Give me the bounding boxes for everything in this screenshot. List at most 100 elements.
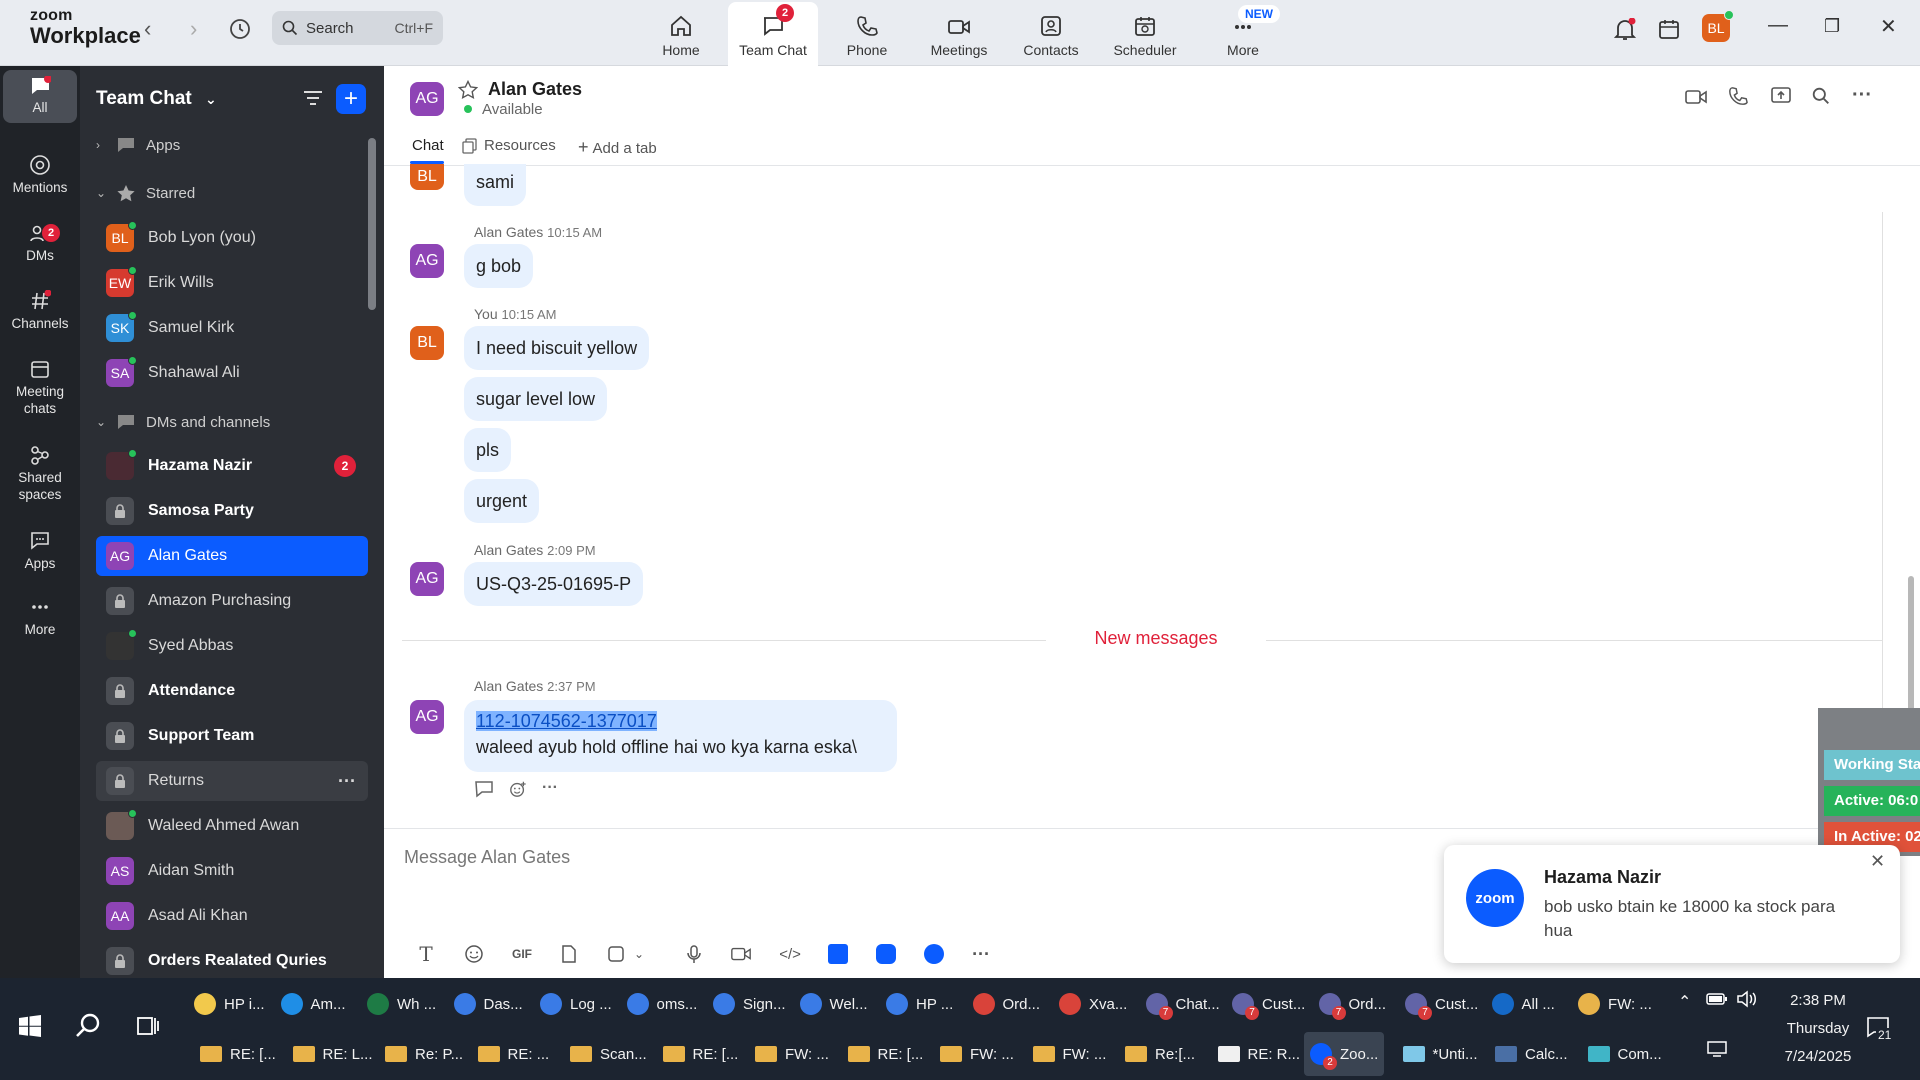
network-icon[interactable] <box>1706 1040 1728 1061</box>
sidebar-item-support-team[interactable]: Support Team <box>96 716 368 756</box>
filter-icon[interactable] <box>302 88 324 113</box>
app-icon-2[interactable] <box>876 944 897 964</box>
tab-phone[interactable]: Phone <box>822 0 912 66</box>
sidebar-item-amazon-purchasing[interactable]: Amazon Purchasing <box>96 581 368 621</box>
message-bubble[interactable]: sugar level low <box>464 377 608 421</box>
message-avatar[interactable]: BL <box>410 164 444 190</box>
back-arrow-icon[interactable]: ‹ <box>144 16 151 42</box>
section-starred[interactable]: ⌄ Starred <box>96 184 195 202</box>
app-icon-1[interactable] <box>828 944 849 964</box>
taskbar-app[interactable]: FW: ... <box>749 1032 835 1076</box>
reply-icon[interactable] <box>474 780 494 798</box>
tab-resources[interactable]: Resources <box>462 137 556 154</box>
message-input[interactable]: Message Alan Gates <box>404 847 570 868</box>
message-bubble[interactable]: I need biscuit yellow <box>464 326 650 370</box>
rail-dms[interactable]: DMs 2 <box>0 216 80 271</box>
minimize-icon[interactable]: — <box>1768 14 1788 37</box>
message-avatar[interactable]: AG <box>410 562 444 596</box>
taskbar-app[interactable]: Xva... <box>1059 982 1127 1026</box>
message-avatar[interactable]: AG <box>410 700 444 734</box>
bell-icon[interactable] <box>1613 17 1637 47</box>
taskbar-app[interactable]: HP ... <box>886 982 953 1026</box>
taskbar-app[interactable]: RE: [... <box>194 1032 282 1076</box>
sidebar-item-hazama-nazir[interactable]: Hazama Nazir 2 <box>96 446 368 486</box>
taskbar-app[interactable]: Re:[... <box>1119 1032 1201 1076</box>
section-dms-channels[interactable]: ⌄ DMs and channels <box>96 413 270 431</box>
sidebar-item-syed-abbas[interactable]: Syed Abbas <box>96 626 368 666</box>
notification-toast[interactable]: zoom Hazama Nazir bob usko btain ke 1800… <box>1444 845 1900 963</box>
taskbar-app[interactable]: 7 Cust... <box>1232 982 1305 1026</box>
format-text-icon[interactable]: T <box>402 942 450 966</box>
taskbar-app[interactable]: Scan... <box>564 1032 653 1076</box>
taskbar-app[interactable]: Re: P... <box>379 1032 469 1076</box>
taskbar-app[interactable]: Sign... <box>713 982 786 1026</box>
code-snippet-icon[interactable]: </> <box>766 946 814 963</box>
tab-scheduler[interactable]: Scheduler <box>1100 0 1190 66</box>
message-bubble[interactable]: US-Q3-25-01695-P <box>464 562 644 606</box>
chevron-up-icon[interactable]: ⌃ <box>1678 992 1691 1012</box>
sidebar-scrollbar[interactable] <box>368 138 376 310</box>
message-more-icon[interactable]: ··· <box>542 780 558 798</box>
video-message-icon[interactable] <box>730 945 752 963</box>
star-outline-icon[interactable] <box>457 79 479 105</box>
message-bubble[interactable]: urgent <box>464 479 540 523</box>
video-call-icon[interactable] <box>1684 88 1708 111</box>
rail-more[interactable]: More <box>0 590 80 645</box>
order-link[interactable]: 112-1074562-1377017 <box>476 711 657 731</box>
contact-name[interactable]: Alan Gates <box>488 79 582 100</box>
message-bubble[interactable]: pls <box>464 428 512 472</box>
taskbar-app[interactable]: Wel... <box>799 982 868 1026</box>
taskbar-app[interactable]: FW: ... <box>1578 982 1652 1026</box>
section-apps[interactable]: › Apps <box>96 136 180 154</box>
taskbar-app[interactable]: RE: R... <box>1212 1032 1307 1076</box>
compose-more-icon[interactable]: ··· <box>972 944 990 965</box>
sidebar-item-shahawal-ali[interactable]: SA Shahawal Ali <box>96 353 368 393</box>
sidebar-title[interactable]: Team Chat ⌄ <box>96 88 217 110</box>
taskbar-app[interactable]: Das... <box>453 982 523 1026</box>
sidebar-item-samosa-party[interactable]: Samosa Party <box>96 491 368 531</box>
message-avatar[interactable]: BL <box>410 326 444 360</box>
sidebar-item-attendance[interactable]: Attendance <box>96 671 368 711</box>
file-icon[interactable] <box>560 944 578 964</box>
history-icon[interactable] <box>228 17 252 46</box>
tab-team-chat[interactable]: Team Chat 2 <box>728 2 818 66</box>
notification-center-icon[interactable]: 21 <box>1866 1016 1894 1042</box>
tab-meetings[interactable]: Meetings <box>914 0 1004 66</box>
tab-chat[interactable]: Chat <box>412 137 444 154</box>
taskbar-app[interactable]: Ord... <box>972 982 1040 1026</box>
restore-icon[interactable]: ❐ <box>1824 16 1840 37</box>
phone-call-icon[interactable] <box>1728 86 1748 111</box>
taskbar-app[interactable]: 7 Cust... <box>1405 982 1478 1026</box>
forward-arrow-icon[interactable]: › <box>190 16 197 42</box>
close-icon[interactable]: ✕ <box>1870 851 1885 872</box>
taskbar-app[interactable]: HP i... <box>194 982 265 1026</box>
taskbar-app[interactable]: Log ... <box>540 982 612 1026</box>
message-bubble[interactable]: 112-1074562-1377017 waleed ayub hold off… <box>464 700 897 772</box>
message-bubble[interactable]: g bob <box>464 244 534 288</box>
taskbar-app[interactable]: oms... <box>626 982 697 1026</box>
rail-all[interactable]: All <box>0 70 80 123</box>
taskbar-app[interactable]: Am... <box>280 982 346 1026</box>
search-chat-icon[interactable] <box>1812 87 1830 110</box>
chevron-down-icon[interactable]: ⌄ <box>634 947 644 961</box>
emoji-reaction-icon[interactable] <box>508 780 528 798</box>
tab-contacts[interactable]: Contacts <box>1006 0 1096 66</box>
taskbar-app[interactable]: Com... <box>1582 1032 1668 1076</box>
sidebar-item-bob-lyon[interactable]: BL Bob Lyon (you) <box>96 218 368 258</box>
taskbar-app[interactable]: Calc... <box>1489 1032 1574 1076</box>
search-icon[interactable] <box>74 1012 102 1045</box>
more-options-icon[interactable]: ··· <box>338 771 356 792</box>
sidebar-item-samuel-kirk[interactable]: SK Samuel Kirk <box>96 308 368 348</box>
taskbar-app[interactable]: 7 Chat... <box>1145 982 1220 1026</box>
taskbar-app[interactable]: FW: ... <box>1027 1032 1113 1076</box>
sidebar-item-erik-wills[interactable]: EW Erik Wills <box>96 263 368 303</box>
taskbar-app[interactable]: *Unti... <box>1397 1032 1484 1076</box>
profile-avatar[interactable]: BL <box>1702 10 1734 42</box>
volume-icon[interactable] <box>1736 990 1758 1011</box>
emoji-icon[interactable] <box>464 944 484 964</box>
taskbar-app[interactable]: All ... <box>1491 982 1555 1026</box>
taskbar-app[interactable]: RE: L... <box>287 1032 379 1076</box>
clock-time[interactable]: 2:38 PM <box>1778 992 1858 1009</box>
battery-icon[interactable] <box>1706 992 1728 1009</box>
sidebar-item-alan-gates[interactable]: AG Alan Gates <box>96 536 368 576</box>
